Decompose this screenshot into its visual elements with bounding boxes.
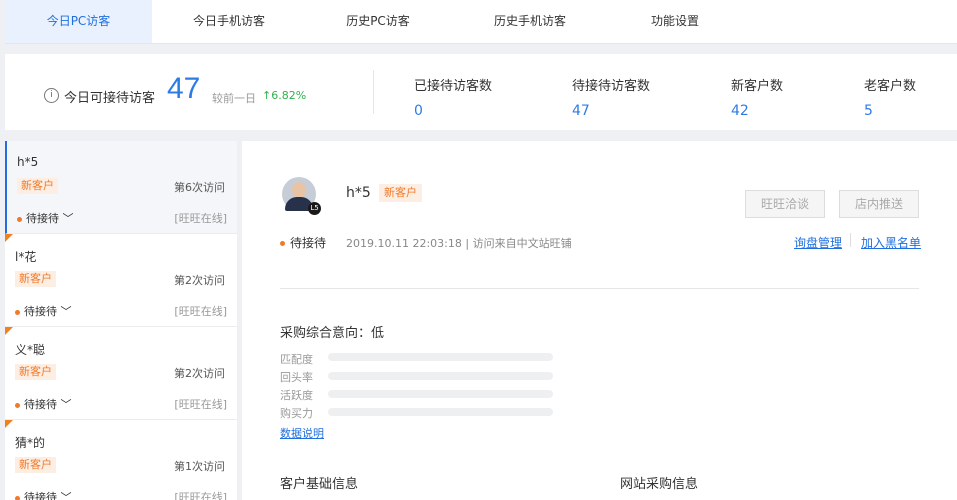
status-label: 待接待 [24, 305, 57, 318]
visitor-card[interactable]: 义*聪 新客户 第2次访问 待接待 ﹀ [旺旺在线] [5, 327, 237, 420]
level-badge: L5 [308, 202, 321, 215]
new-customer-badge: 新客户 [17, 178, 58, 194]
visitor-tabs: 今日PC访客 今日手机访客 历史PC访客 历史手机访客 功能设置 [5, 0, 957, 44]
visitor-name: l*花 [15, 250, 37, 264]
detail-new-customer-badge: 新客户 [379, 184, 422, 202]
stats-divider [373, 70, 374, 114]
detail-status: 待接待 [280, 234, 326, 251]
chevron-down-icon: ﹀ [60, 491, 72, 500]
metric-label: 活跃度 [280, 389, 313, 402]
online-status: [旺旺在线] [174, 491, 227, 500]
detail-status-label: 待接待 [290, 236, 327, 250]
stat-label: 老客户数 [864, 79, 917, 94]
stat-label: 新客户数 [731, 79, 784, 94]
status-dropdown[interactable]: 待接待 ﹀ [15, 303, 72, 319]
visitor-name: 义*聪 [15, 343, 46, 357]
stat-label: 待接待访客数 [572, 79, 651, 94]
visitor-card[interactable]: h*5 新客户 第6次访问 待接待 ﹀ [旺旺在线] [5, 141, 237, 234]
blacklist-link[interactable]: 加入黑名单 [861, 234, 921, 251]
status-dot-icon [15, 309, 20, 315]
online-status: [旺旺在线] [174, 398, 227, 411]
stat-label: 已接待访客数 [414, 79, 493, 94]
visit-count: 第2次访问 [174, 367, 225, 380]
status-label: 待接待 [26, 212, 59, 225]
stats-panel: i 今日可接待访客 47 较前一日 ↑6.82% 已接待访客数 0 待接待访客数… [5, 54, 957, 130]
visitor-name: 猜*的 [15, 436, 46, 450]
stat-new-customers: 新客户数 42 [731, 75, 783, 119]
metric-bar [328, 372, 553, 380]
new-corner-icon [5, 327, 13, 335]
inquiry-management-link[interactable]: 询盘管理 [794, 234, 842, 251]
wangwang-chat-button[interactable]: 旺旺洽谈 [745, 190, 825, 218]
status-dropdown[interactable]: 待接待 ﹀ [15, 396, 72, 412]
stat-value: 0 [414, 103, 423, 119]
metric-label: 回头率 [280, 371, 313, 384]
status-dot-icon [15, 495, 20, 500]
new-customer-badge: 新客户 [15, 364, 56, 380]
compare-label: 较前一日 [212, 92, 256, 105]
status-dot-icon [280, 241, 285, 246]
metric-bar [328, 353, 553, 361]
visit-count: 第2次访问 [174, 274, 225, 287]
new-corner-icon [5, 234, 13, 242]
visit-count: 第6次访问 [174, 181, 225, 194]
tab-settings[interactable]: 功能设置 [610, 0, 740, 43]
purchase-intent: 采购综合意向：低 [280, 326, 385, 341]
visitor-card[interactable]: l*花 新客户 第2次访问 待接待 ﹀ [旺旺在线] [5, 234, 237, 327]
link-divider [850, 233, 851, 247]
stat-value: 47 [572, 103, 590, 119]
info-icon[interactable]: i [44, 88, 59, 103]
tab-history-pc[interactable]: 历史PC访客 [306, 0, 450, 43]
tab-history-mobile[interactable]: 历史手机访客 [450, 0, 610, 43]
metric-label: 购买力 [280, 407, 313, 420]
section-divider [280, 288, 919, 289]
online-status: [旺旺在线] [174, 212, 227, 225]
tab-today-mobile[interactable]: 今日手机访客 [152, 0, 306, 43]
tab-today-pc[interactable]: 今日PC访客 [5, 0, 152, 43]
purchase-info-heading: 网站采购信息 [620, 477, 699, 492]
new-corner-icon [5, 420, 13, 428]
visitor-list: h*5 新客户 第6次访问 待接待 ﹀ [旺旺在线] l*花 新客户 第2次访问… [5, 141, 237, 500]
metric-label: 匹配度 [280, 353, 313, 366]
status-dot-icon [17, 216, 22, 222]
new-customer-badge: 新客户 [15, 271, 56, 287]
stat-received: 已接待访客数 0 [414, 75, 492, 119]
metric-bar [328, 390, 553, 398]
visit-info: 2019.10.11 22:03:18 | 访问来自中文站旺铺 [346, 237, 572, 250]
metric-bar [328, 408, 553, 416]
status-dropdown[interactable]: 待接待 ﹀ [17, 210, 74, 226]
trend-up-icon: ↑ [262, 89, 272, 102]
avatar-head [292, 182, 306, 198]
new-customer-badge: 新客户 [15, 457, 56, 473]
stat-pending: 待接待访客数 47 [572, 75, 650, 119]
visit-count: 第1次访问 [174, 460, 225, 473]
basic-info-heading: 客户基础信息 [280, 477, 359, 492]
visitor-card[interactable]: 猜*的 新客户 第1次访问 待接待 ﹀ [旺旺在线] [5, 420, 237, 500]
today-label: 今日可接待访客 [64, 91, 156, 106]
data-explanation-link[interactable]: 数据说明 [280, 425, 324, 441]
stat-value: 5 [864, 103, 873, 119]
online-status: [旺旺在线] [174, 305, 227, 318]
store-push-button[interactable]: 店内推送 [839, 190, 919, 218]
chevron-down-icon: ﹀ [62, 212, 74, 225]
trend-percent: 6.82% [271, 89, 307, 102]
status-dot-icon [15, 402, 20, 408]
visitor-detail: L5 h*5 新客户 旺旺洽谈 店内推送 待接待 2019.10.11 22:0… [242, 141, 957, 500]
status-label: 待接待 [24, 398, 57, 411]
avatar: L5 [282, 177, 321, 215]
status-dropdown[interactable]: 待接待 ﹀ [15, 489, 72, 500]
stat-old-customers: 老客户数 5 [864, 75, 916, 119]
trend-value: ↑6.82% [262, 89, 306, 102]
status-label: 待接待 [24, 491, 57, 500]
chevron-down-icon: ﹀ [60, 398, 72, 411]
visitor-name: h*5 [17, 155, 39, 169]
stat-value: 42 [731, 103, 749, 119]
today-count: 47 [167, 72, 201, 105]
chevron-down-icon: ﹀ [60, 305, 72, 318]
detail-visitor-name: h*5 [346, 185, 371, 201]
